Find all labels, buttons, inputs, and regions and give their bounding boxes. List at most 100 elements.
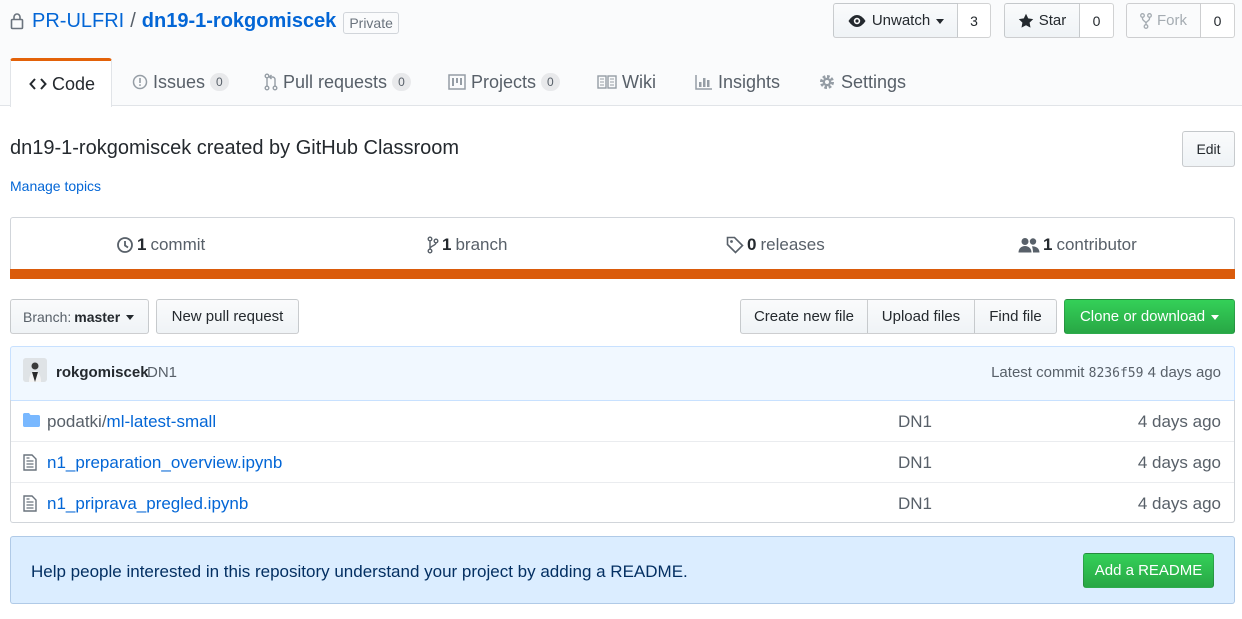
- table-row: podatki/ml-latest-small DN1 4 days ago: [11, 401, 1234, 442]
- commit-message-link[interactable]: DN1: [147, 364, 177, 381]
- project-icon: [448, 74, 466, 90]
- dir-prefix: podatki/: [47, 412, 107, 431]
- tab-issues[interactable]: Issues 0: [132, 58, 229, 106]
- file-commit-message[interactable]: DN1: [898, 494, 932, 514]
- file-age: 4 days ago: [1137, 453, 1221, 472]
- repo-description: dn19-1-rokgomiscek created by GitHub Cla…: [10, 137, 460, 159]
- file-age: 4 days ago: [1137, 494, 1221, 513]
- star-icon: [1018, 13, 1033, 28]
- repo-owner-link[interactable]: PR-ULFRI: [32, 10, 124, 33]
- star-label: Star: [1038, 12, 1067, 29]
- chevron-down-icon: [936, 19, 945, 24]
- branches-label: branch: [455, 235, 508, 254]
- branch-select-button[interactable]: Branch: master: [10, 299, 149, 334]
- upload-files-button[interactable]: Upload files: [867, 299, 975, 334]
- tab-pull-requests-label: Pull requests: [283, 71, 388, 92]
- tab-insights-label: Insights: [718, 71, 781, 92]
- history-icon: [117, 237, 133, 253]
- gear-icon: [820, 75, 834, 89]
- repo-path-separator: /: [130, 9, 136, 32]
- tab-settings[interactable]: Settings: [818, 58, 906, 106]
- releases-stat[interactable]: 0 releases: [726, 233, 825, 257]
- file-icon: [23, 495, 37, 512]
- latest-commit-age: 4 days ago: [1147, 364, 1221, 381]
- commits-count: 1: [137, 235, 147, 254]
- tab-insights[interactable]: Insights: [695, 58, 780, 106]
- graph-icon: [695, 75, 712, 90]
- lock-icon: [10, 12, 24, 30]
- tag-icon: [726, 236, 744, 254]
- issues-counter: 0: [210, 73, 229, 91]
- find-file-button[interactable]: Find file: [974, 299, 1057, 334]
- star-group: Star 0: [1004, 3, 1114, 38]
- file-name: ml-latest-small: [106, 412, 217, 431]
- add-readme-button[interactable]: Add a README: [1083, 553, 1214, 588]
- tab-wiki[interactable]: Wiki: [597, 58, 656, 106]
- table-row: n1_priprava_pregled.ipynb DN1 4 days ago: [11, 482, 1234, 523]
- tab-settings-label: Settings: [841, 71, 907, 92]
- pull-requests-counter: 0: [392, 73, 411, 91]
- branches-stat[interactable]: 1 branch: [427, 233, 507, 257]
- fork-button[interactable]: Fork: [1126, 3, 1201, 38]
- releases-label: releases: [760, 235, 825, 254]
- tab-code[interactable]: Code: [10, 58, 112, 107]
- watchers-count[interactable]: 3: [958, 3, 991, 38]
- code-icon: [29, 78, 47, 90]
- tab-pull-requests[interactable]: Pull requests 0: [264, 58, 411, 106]
- commits-label: commit: [150, 235, 206, 254]
- fork-group: Fork 0: [1126, 3, 1235, 38]
- readme-prompt-text: Help people interested in this repositor…: [31, 562, 688, 581]
- file-link[interactable]: n1_priprava_pregled.ipynb: [47, 494, 248, 514]
- projects-counter: 0: [541, 73, 560, 91]
- contributors-label: contributor: [1056, 235, 1137, 254]
- forks-count[interactable]: 0: [1201, 3, 1235, 38]
- edit-description-button[interactable]: Edit: [1182, 131, 1235, 167]
- contributors-count: 1: [1043, 235, 1053, 254]
- file-link[interactable]: n1_preparation_overview.ipynb: [47, 453, 282, 473]
- file-commit-message[interactable]: DN1: [898, 412, 932, 432]
- issue-icon: [132, 74, 148, 90]
- chevron-down-icon: [126, 315, 135, 320]
- branch-icon: [427, 236, 439, 254]
- pull-request-icon: [264, 73, 278, 91]
- branches-count: 1: [442, 235, 452, 254]
- contributors-stat[interactable]: 1 contributor: [1018, 233, 1137, 257]
- commit-author-link[interactable]: rokgomiscek: [56, 364, 149, 381]
- file-icon: [23, 454, 37, 471]
- book-icon: [597, 75, 617, 89]
- stargazers-count[interactable]: 0: [1080, 3, 1114, 38]
- tab-projects-label: Projects: [471, 71, 537, 92]
- clone-or-download-button[interactable]: Clone or download: [1064, 299, 1235, 334]
- unwatch-button[interactable]: Unwatch: [833, 3, 958, 38]
- manage-topics-link[interactable]: Manage topics: [10, 178, 101, 194]
- chevron-down-icon: [1211, 315, 1220, 320]
- file-commit-message[interactable]: DN1: [898, 453, 932, 473]
- fork-label: Fork: [1157, 12, 1187, 29]
- branch-prefix: Branch:: [23, 308, 72, 325]
- branch-name: master: [74, 308, 121, 325]
- commits-stat[interactable]: 1 commit: [116, 233, 205, 257]
- latest-commit-info: Latest commit 8236f59 4 days ago: [991, 364, 1221, 381]
- unwatch-label: Unwatch: [871, 12, 931, 29]
- eye-icon: [848, 14, 866, 27]
- tab-wiki-label: Wiki: [622, 71, 656, 92]
- clone-label: Clone or download: [1079, 308, 1206, 325]
- releases-count: 0: [747, 235, 757, 254]
- repo-name-link[interactable]: dn19-1-rokgomiscek: [142, 10, 337, 33]
- private-badge: Private: [343, 11, 399, 34]
- fork-icon: [1140, 12, 1152, 29]
- folder-icon: [23, 413, 40, 427]
- commit-sha-link[interactable]: 8236f59: [1089, 366, 1144, 381]
- file-age: 4 days ago: [1137, 412, 1221, 431]
- tab-projects[interactable]: Projects 0: [448, 58, 560, 106]
- file-link[interactable]: podatki/ml-latest-small: [47, 412, 216, 432]
- language-bar: [10, 269, 1235, 279]
- latest-commit-prefix: Latest commit: [991, 364, 1085, 381]
- repo-title: PR-ULFRI / dn19-1-rokgomiscek Private: [10, 8, 399, 34]
- people-icon: [1018, 238, 1040, 253]
- star-button[interactable]: Star: [1004, 3, 1080, 38]
- new-pull-request-button[interactable]: New pull request: [156, 299, 299, 334]
- avatar[interactable]: [23, 358, 47, 382]
- create-new-file-button[interactable]: Create new file: [740, 299, 868, 334]
- watch-group: Unwatch 3: [833, 3, 991, 38]
